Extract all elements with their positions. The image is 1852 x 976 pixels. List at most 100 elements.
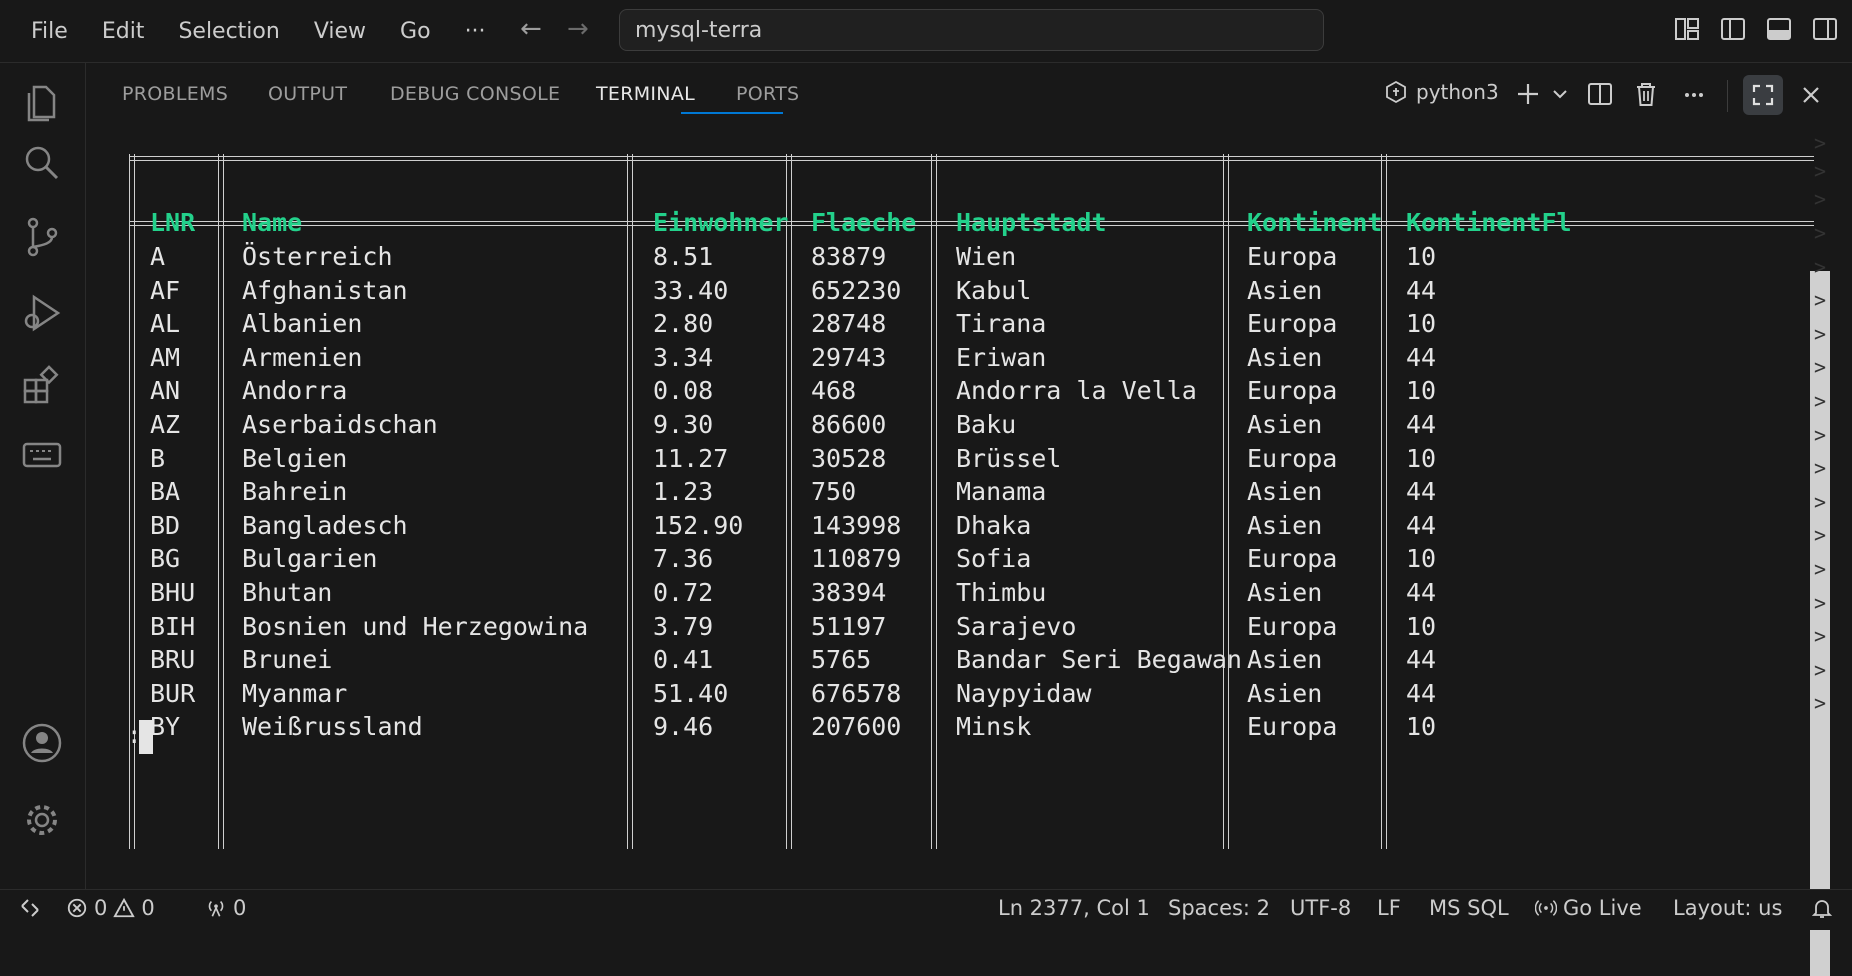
ports-status[interactable]: 0	[205, 896, 246, 920]
more-actions-icon[interactable]	[1678, 78, 1710, 110]
table-cell: 110879	[811, 544, 902, 574]
source-control-icon[interactable]	[20, 215, 64, 259]
table-cell: 44	[1406, 477, 1437, 507]
new-terminal-icon[interactable]	[1512, 78, 1544, 110]
toggle-secondary-sidebar-icon[interactable]	[1810, 14, 1840, 48]
overflow-marker: >	[1813, 657, 1827, 682]
column-separator	[627, 154, 633, 849]
split-terminal-icon[interactable]	[1584, 78, 1616, 110]
indentation[interactable]: Spaces: 2	[1168, 896, 1270, 920]
table-cell: Bangladesch	[242, 510, 408, 540]
table-cell: Sarajevo	[956, 611, 1077, 641]
overflow-marker: >	[1813, 159, 1827, 183]
tab-output[interactable]: OUTPUT	[268, 83, 347, 105]
toolbar-divider	[1727, 80, 1728, 112]
table-cell: Andorra	[242, 376, 348, 406]
active-tab-indicator	[681, 112, 783, 114]
end-of-line[interactable]: LF	[1377, 896, 1401, 920]
menu-edit[interactable]: Edit	[85, 19, 162, 44]
menu-selection[interactable]: Selection	[161, 19, 296, 44]
overflow-marker: >	[1813, 422, 1827, 447]
explorer-icon[interactable]	[20, 81, 64, 125]
chevron-down-icon[interactable]	[1544, 78, 1576, 110]
maximize-panel-button[interactable]	[1743, 75, 1783, 115]
table-cell: 29743	[811, 342, 887, 372]
extensions-icon[interactable]	[20, 363, 64, 407]
run-debug-icon[interactable]	[20, 291, 64, 335]
table-cell: 152.90	[653, 510, 744, 540]
search-icon[interactable]	[20, 141, 64, 185]
terminal[interactable]: LNR Name Einwohner Flaeche Hauptstadt Ko…	[86, 129, 1852, 976]
table-cell: 10	[1406, 611, 1437, 641]
table-cell: 10	[1406, 242, 1437, 271]
tab-debug-console[interactable]: DEBUG CONSOLE	[390, 83, 560, 105]
terminal-selector[interactable]: python3	[1384, 80, 1499, 104]
menu-file[interactable]: File	[14, 19, 85, 44]
column-separator	[931, 154, 937, 849]
table-cell: 0.41	[653, 645, 714, 675]
error-count: 0	[94, 896, 108, 920]
settings-icon[interactable]	[20, 798, 64, 842]
table-cell: BHU	[150, 578, 196, 607]
activity-bar	[0, 63, 86, 889]
table-cell: AF	[150, 275, 181, 305]
customize-layout-icon[interactable]	[1672, 14, 1702, 48]
problems-status[interactable]: 0 0	[66, 896, 155, 920]
table-cell: 44	[1406, 410, 1437, 439]
overflow-marker: >	[1813, 523, 1827, 548]
table-cell: Asien	[1247, 342, 1323, 372]
back-arrow-icon[interactable]: ←	[520, 14, 542, 44]
overflow-marker: >	[1813, 456, 1827, 481]
overflow-marker: >	[1813, 131, 1827, 155]
remote-icon[interactable]	[18, 896, 42, 920]
close-panel-icon[interactable]	[1795, 79, 1827, 111]
forward-arrow-icon[interactable]: →	[567, 14, 589, 44]
overflow-marker: >	[1813, 557, 1827, 581]
table-cell: 44	[1406, 510, 1437, 540]
table-cell: Kabul	[956, 275, 1032, 305]
bell-icon[interactable]	[1810, 896, 1834, 920]
warning-count: 0	[141, 896, 155, 920]
column-header: Einwohner	[653, 208, 789, 237]
command-center-label: mysql-terra	[635, 17, 763, 43]
table-cell: AL	[150, 309, 181, 339]
table-cell: 652230	[811, 275, 902, 305]
table-cell: Armenien	[242, 342, 363, 372]
column-header: KontinentFl	[1406, 208, 1572, 237]
column-header: Kontinent	[1247, 208, 1383, 237]
command-center[interactable]: mysql-terra	[619, 9, 1324, 51]
table-cell: 44	[1406, 678, 1437, 708]
terminal-name: python3	[1416, 80, 1499, 104]
menu-view[interactable]: View	[297, 19, 383, 44]
keyboard-icon[interactable]	[20, 433, 64, 477]
cursor-position[interactable]: Ln 2377, Col 1	[998, 896, 1150, 920]
table-cell: Bahrein	[242, 477, 348, 507]
encoding[interactable]: UTF-8	[1290, 896, 1351, 920]
go-live-label: Go Live	[1563, 896, 1642, 920]
toggle-panel-icon[interactable]	[1764, 14, 1794, 48]
table-cell: 3.79	[653, 611, 714, 641]
tab-problems[interactable]: PROBLEMS	[122, 83, 228, 105]
overflow-marker: >	[1813, 288, 1827, 313]
overflow-marker: >	[1813, 590, 1827, 615]
menu-go[interactable]: Go	[383, 19, 448, 44]
language-mode[interactable]: MS SQL	[1429, 896, 1509, 920]
table-border	[129, 156, 1814, 161]
table-cell: 44	[1406, 645, 1437, 675]
table-cell: 38394	[811, 578, 887, 607]
go-live-button[interactable]: Go Live	[1535, 896, 1642, 920]
menu-bar: File Edit Selection View Go ···	[14, 0, 503, 62]
toggle-primary-sidebar-icon[interactable]	[1718, 14, 1748, 48]
menu-more[interactable]: ···	[448, 19, 503, 44]
trash-icon[interactable]	[1630, 78, 1662, 110]
table-cell: 468	[811, 376, 857, 406]
table-cell: Weißrussland	[242, 712, 423, 742]
error-icon	[67, 898, 87, 918]
keyboard-layout[interactable]: Layout: us	[1673, 896, 1782, 920]
table-cell: Dhaka	[956, 510, 1032, 540]
tab-terminal[interactable]: TERMINAL	[596, 83, 695, 105]
tab-ports[interactable]: PORTS	[736, 83, 799, 105]
table-cell: 9.30	[653, 410, 714, 439]
account-icon[interactable]	[20, 721, 64, 765]
column-header: Name	[242, 208, 303, 237]
